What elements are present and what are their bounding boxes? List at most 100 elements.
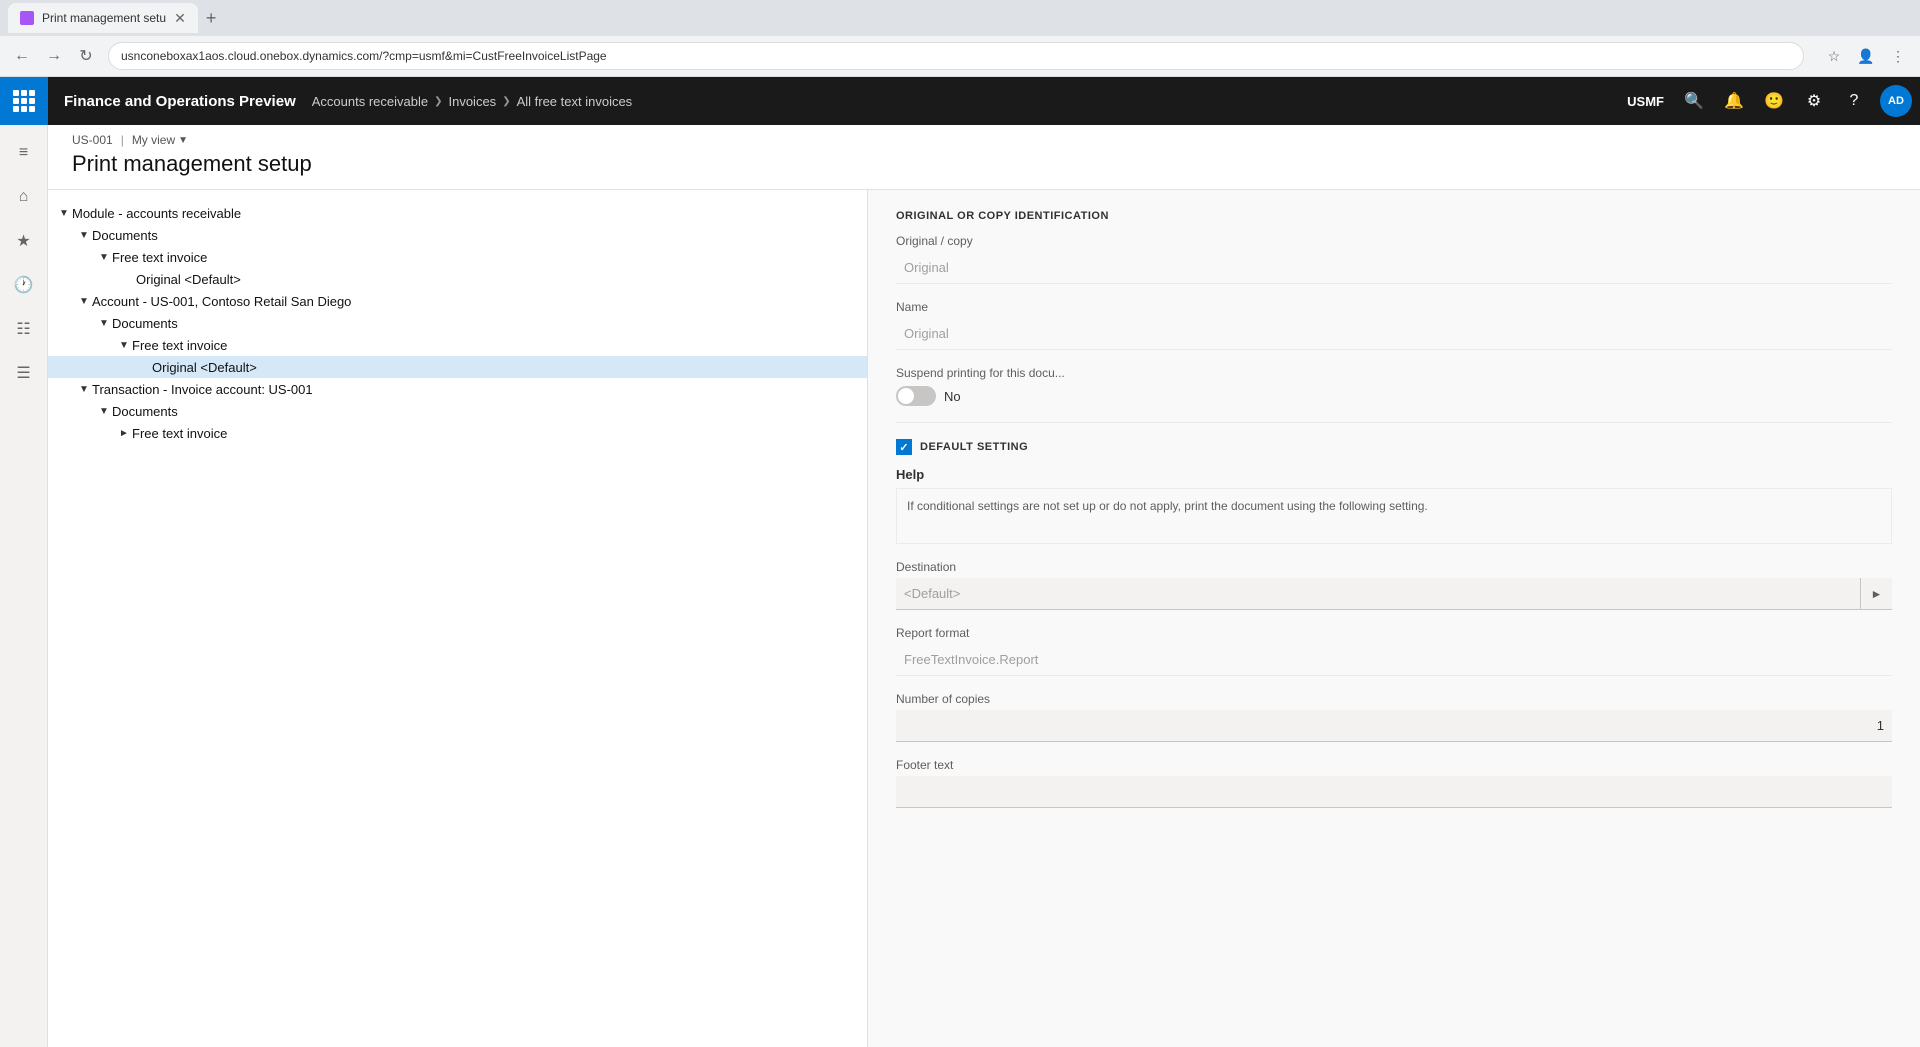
destination-input[interactable] — [896, 586, 1860, 601]
help-section: Help If conditional settings are not set… — [896, 467, 1892, 544]
page-meta-view[interactable]: My view ▼ — [132, 133, 188, 147]
entity-badge: USMF — [1619, 94, 1672, 109]
app-header: Finance and Operations Preview Accounts … — [0, 77, 1920, 125]
tree-label-module: Module - accounts receivable — [72, 206, 241, 221]
breadcrumb-sep-1: ❯ — [434, 96, 442, 107]
tree-label-orig2: Original <Default> — [152, 360, 257, 375]
calendar-icon: ☷ — [16, 319, 30, 339]
page-meta-id: US-001 — [72, 133, 113, 147]
sidebar-home-button[interactable]: ⌂ — [4, 177, 44, 217]
name-field: Name — [896, 300, 1892, 350]
app-title: Finance and Operations Preview — [48, 93, 312, 110]
tree-label-transaction: Transaction - Invoice account: US-001 — [92, 382, 313, 397]
copies-input[interactable] — [896, 710, 1892, 742]
left-sidebar: ≡ ⌂ ★ 🕐 ☷ ☰ — [0, 125, 48, 1047]
suspend-toggle-row: No — [896, 386, 1892, 406]
breadcrumb-accounts-receivable[interactable]: Accounts receivable — [312, 94, 428, 109]
sidebar-favorites-button[interactable]: ★ — [4, 221, 44, 261]
bookmark-button[interactable]: ☆ — [1820, 42, 1848, 70]
forward-button[interactable]: → — [40, 42, 68, 70]
footer-input[interactable] — [896, 776, 1892, 808]
arrow-docs2: ▼ — [96, 315, 112, 331]
help-button[interactable]: ? — [1836, 83, 1872, 119]
tree-item-account[interactable]: ▼ Account - US-001, Contoso Retail San D… — [48, 290, 867, 312]
sidebar-recent-button[interactable]: 🕐 — [4, 265, 44, 305]
new-tab-button[interactable]: + — [198, 8, 225, 29]
sidebar-filter-button[interactable]: ≡ — [4, 133, 44, 173]
tab-bar: Print management setu ✕ + — [0, 0, 1920, 36]
page-meta: US-001 | My view ▼ — [72, 133, 1896, 147]
tree-item-fti3[interactable]: ► Free text invoice — [48, 422, 867, 444]
tree-label-docs3: Documents — [112, 404, 178, 419]
arrow-transaction: ▼ — [76, 381, 92, 397]
tree-item-fti1[interactable]: ▼ Free text invoice — [48, 246, 867, 268]
original-copy-field: Original / copy — [896, 234, 1892, 284]
browser-chrome: Print management setu ✕ + ← → ↻ usnconeb… — [0, 0, 1920, 77]
tree-item-docs3[interactable]: ▼ Documents — [48, 400, 867, 422]
breadcrumb-invoices[interactable]: Invoices — [448, 94, 496, 109]
sidebar-workspaces-button[interactable]: ☷ — [4, 309, 44, 349]
tree-label-fti2: Free text invoice — [132, 338, 227, 353]
destination-expand-button[interactable]: ► — [1860, 578, 1892, 610]
default-setting-label: DEFAULT SETTING — [920, 441, 1028, 453]
nav-buttons: ← → ↻ — [8, 42, 100, 70]
breadcrumb-sep-2: ❯ — [502, 96, 510, 107]
report-format-input — [896, 644, 1892, 676]
tree-item-fti2[interactable]: ▼ Free text invoice — [48, 334, 867, 356]
feedback-button[interactable]: 🙂 — [1756, 83, 1792, 119]
destination-label: Destination — [896, 560, 1892, 574]
tree-label-docs2: Documents — [112, 316, 178, 331]
extensions-button[interactable]: ⋮ — [1884, 42, 1912, 70]
arrow-orig1 — [120, 271, 136, 287]
meta-separator: | — [121, 133, 124, 147]
breadcrumb-all-free-text-invoices[interactable]: All free text invoices — [517, 94, 633, 109]
profile-button[interactable]: 👤 — [1852, 42, 1880, 70]
default-setting-header: DEFAULT SETTING — [896, 439, 1892, 455]
chevron-down-icon: ▼ — [178, 135, 188, 146]
original-copy-label: Original / copy — [896, 234, 1892, 248]
arrow-fti3: ► — [116, 425, 132, 441]
sidebar-modules-button[interactable]: ☰ — [4, 353, 44, 393]
url-text: usnconeboxax1aos.cloud.onebox.dynamics.c… — [121, 49, 607, 63]
search-header-button[interactable]: 🔍 — [1676, 83, 1712, 119]
arrow-docs1: ▼ — [76, 227, 92, 243]
close-tab-button[interactable]: ✕ — [174, 10, 186, 27]
default-setting-checkbox[interactable] — [896, 439, 912, 455]
url-bar[interactable]: usnconeboxax1aos.cloud.onebox.dynamics.c… — [108, 42, 1804, 70]
divider-1 — [896, 422, 1892, 423]
footer-field: Footer text — [896, 758, 1892, 808]
main-layout: ≡ ⌂ ★ 🕐 ☷ ☰ US-001 | My view ▼ — [0, 125, 1920, 1047]
tree-item-transaction[interactable]: ▼ Transaction - Invoice account: US-001 — [48, 378, 867, 400]
notifications-button[interactable]: 🔔 — [1716, 83, 1752, 119]
split-pane: ▼ Module - accounts receivable ▼ Documen… — [48, 190, 1920, 1047]
address-bar: ← → ↻ usnconeboxax1aos.cloud.onebox.dyna… — [0, 36, 1920, 76]
refresh-button[interactable]: ↻ — [72, 42, 100, 70]
tree-item-docs1[interactable]: ▼ Documents — [48, 224, 867, 246]
filter-icon: ≡ — [19, 144, 28, 162]
detail-panel: ORIGINAL OR COPY IDENTIFICATION Original… — [868, 190, 1920, 1047]
avatar-button[interactable]: AD — [1880, 85, 1912, 117]
report-format-label: Report format — [896, 626, 1892, 640]
tree-label-fti3: Free text invoice — [132, 426, 227, 441]
home-icon: ⌂ — [19, 188, 29, 206]
back-button[interactable]: ← — [8, 42, 36, 70]
tree-label-docs1: Documents — [92, 228, 158, 243]
settings-button[interactable]: ⚙ — [1796, 83, 1832, 119]
waffle-icon — [13, 90, 35, 112]
waffle-menu-button[interactable] — [0, 77, 48, 125]
section-original-copy: ORIGINAL OR COPY IDENTIFICATION — [896, 210, 1892, 222]
tree-item-docs2[interactable]: ▼ Documents — [48, 312, 867, 334]
tree-item-orig1[interactable]: Original <Default> — [48, 268, 867, 290]
tree-item-orig2[interactable]: Original <Default> — [48, 356, 867, 378]
copies-label: Number of copies — [896, 692, 1892, 706]
arrow-docs3: ▼ — [96, 403, 112, 419]
content-area: US-001 | My view ▼ Print management setu… — [48, 125, 1920, 1047]
report-format-field: Report format — [896, 626, 1892, 676]
header-actions: USMF 🔍 🔔 🙂 ⚙ ? AD — [1619, 83, 1920, 119]
clock-icon: 🕐 — [14, 275, 34, 295]
suspend-toggle[interactable] — [896, 386, 936, 406]
tree-item-module[interactable]: ▼ Module - accounts receivable — [48, 202, 867, 224]
name-input — [896, 318, 1892, 350]
modules-icon: ☰ — [16, 363, 30, 383]
help-text: If conditional settings are not set up o… — [896, 488, 1892, 544]
